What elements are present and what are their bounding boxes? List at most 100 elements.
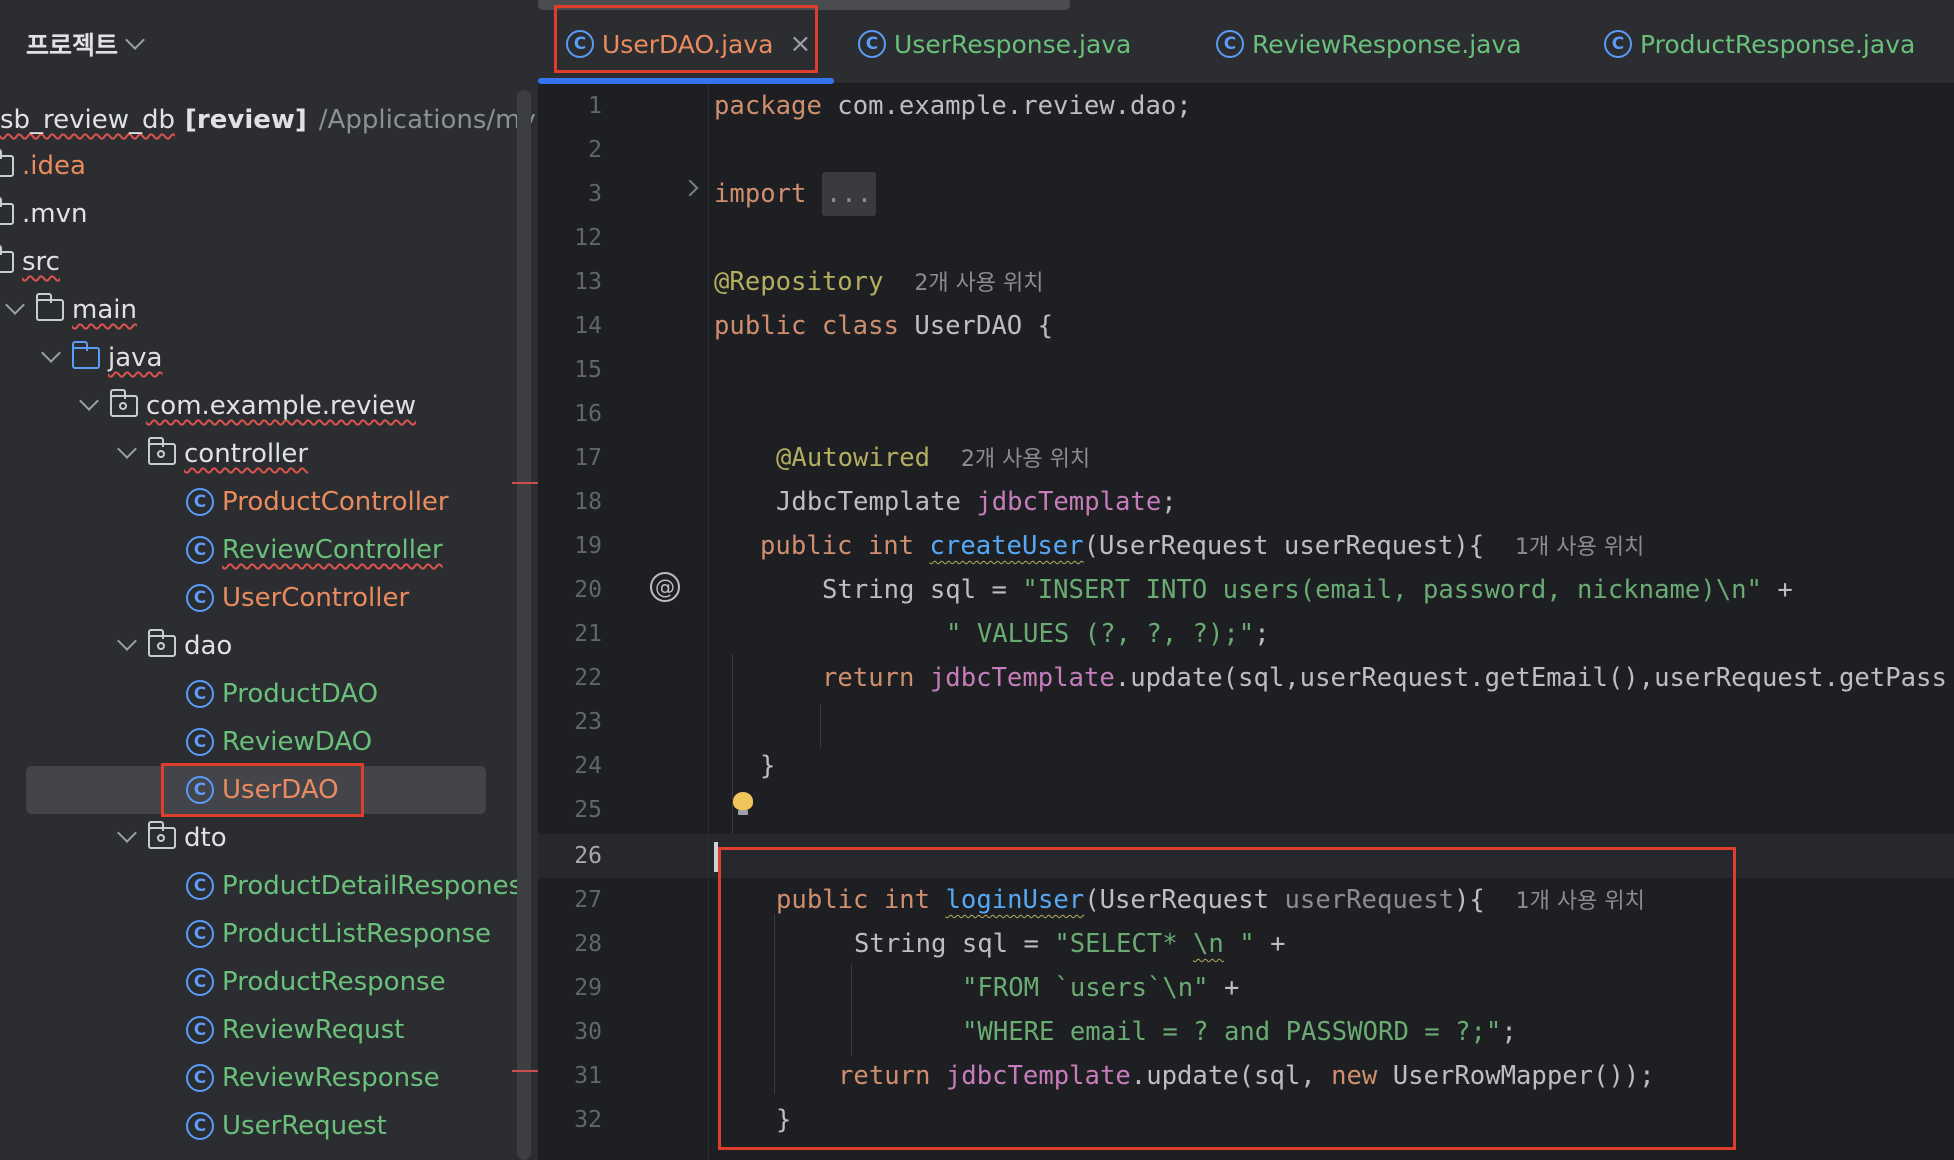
line-number: 29 [574,975,602,1001]
class-icon: C [186,872,214,900]
tree-item-controller[interactable]: controller [112,430,308,478]
class-icon: C [186,536,214,564]
chevron-down-icon[interactable] [36,334,72,382]
code-line: return jdbcTemplate.update(sql, new User… [838,1061,1655,1091]
chevron-down-icon [125,30,145,50]
text-caret [714,842,718,872]
folded-imports[interactable]: ... [821,172,877,216]
tree-item-label: UserController [222,583,410,613]
tree-item-label: .mvn [22,199,88,229]
fold-chevron-icon[interactable] [681,179,699,197]
chevron-down-icon[interactable] [112,814,148,862]
class-icon: C [186,680,214,708]
tree-item-label: ProductDAO [222,679,379,709]
tree-item-dao[interactable]: dao [112,622,232,670]
class-icon: C [186,584,214,612]
project-view-selector[interactable]: 프로젝트 [26,22,145,66]
line-number: 2 [588,137,602,163]
folder-icon [0,197,14,225]
project-sidebar: 프로젝트 sb_review_db [review] /Applications… [0,0,538,1160]
sidebar-scrollbar[interactable] [517,90,531,1160]
tab-label: UserResponse.java [894,29,1132,59]
error-stripe-marker [512,482,538,484]
tab-productresponse[interactable]: C ProductResponse.java [1604,20,1915,68]
line-number: 23 [574,709,602,735]
line-number: 12 [574,225,602,251]
tree-item-label: com.example.review [146,391,416,421]
usage-hint[interactable]: 1개 사용 위치 [1516,889,1645,914]
code-line: import ... [714,172,877,216]
close-icon[interactable]: × [789,29,811,59]
tree-item-class[interactable]: C UserRequest [186,1102,387,1150]
class-icon: C [1216,30,1244,58]
tree-item-label: ReviewController [222,535,443,565]
class-icon: C [186,488,214,516]
tree-item-class[interactable]: C ProductDAO [186,670,378,718]
tree-item-class[interactable]: C ReviewResponse [186,1054,440,1102]
chevron-down-icon[interactable] [112,430,148,478]
tree-item-class-selected[interactable]: C UserDAO [186,766,339,814]
tab-reviewresponse[interactable]: C ReviewResponse.java [1216,20,1522,68]
line-number: 22 [574,665,602,691]
tree-item-class[interactable]: C ReviewController [186,526,443,574]
code-line: public class UserDAO { [714,311,1053,341]
package-icon [147,821,176,849]
implementation-at-icon[interactable]: @ [650,572,680,602]
tree-item-label: ReviewDAO [222,727,373,757]
tab-userdao[interactable]: C UserDAO.java × [566,20,811,68]
lightbulb-icon[interactable] [732,792,754,816]
tree-item-dto[interactable]: dto [112,814,227,862]
tree-item-label: UserRequest [222,1111,387,1141]
usage-hint[interactable]: 1개 사용 위치 [1515,535,1644,560]
tree-item-main[interactable]: main [0,286,137,334]
tree-item-label: ProductDetailRespones [222,871,523,901]
current-line-highlight [538,834,1954,878]
tree-item-package-root[interactable]: com.example.review [74,382,416,430]
tree-item-src[interactable]: src [0,238,60,286]
code-line: @Autowired 2개 사용 위치 [776,443,1091,473]
tree-item-class[interactable]: C ReviewRequst [186,1006,404,1054]
editor-tab-bar: C UserDAO.java × C UserResponse.java C R… [538,0,1954,84]
tab-scrollbar[interactable] [538,0,1070,10]
tree-item-class[interactable]: C UserController [186,574,409,622]
gutter-separator [708,84,709,1160]
usage-hint[interactable]: 2개 사용 위치 [961,447,1090,472]
tree-item-java[interactable]: java [36,334,162,382]
chevron-down-icon[interactable] [112,622,148,670]
line-number: 21 [574,621,602,647]
line-number: 24 [574,753,602,779]
tree-item-label: main [72,295,137,325]
code-line: "WHERE email = ? and PASSWORD = ?;"; [962,1017,1517,1047]
line-number: 25 [574,797,602,823]
package-icon [147,629,176,657]
line-number: 20 [574,577,602,603]
usage-hint[interactable]: 2개 사용 위치 [914,271,1043,296]
tree-item-mvn[interactable]: .mvn [0,190,87,238]
class-icon: C [566,30,594,58]
tree-item-label: ProductListResponse [222,919,492,949]
tree-item-class[interactable]: C ReviewDAO [186,718,372,766]
tree-root[interactable]: sb_review_db [review] /Applications/mybe [0,96,538,144]
tree-item-class[interactable]: C ProductResponse [186,958,446,1006]
tree-item-class[interactable]: C ProductController [186,478,449,526]
chevron-down-icon[interactable] [0,286,36,334]
code-editor[interactable]: 1 2 3 12 13 14 15 16 17 18 19 20 21 22 2… [538,84,1954,1160]
error-stripe-marker [512,1070,538,1072]
tree-item-idea[interactable]: .idea [0,142,86,190]
folder-icon [0,245,14,273]
source-folder-icon [71,341,100,369]
class-icon: C [858,30,886,58]
code-line: return jdbcTemplate.update(sql,userReque… [822,663,1947,693]
tree-item-class[interactable]: C ProductListResponse [186,910,491,958]
project-title: 프로젝트 [26,31,119,60]
code-line: package com.example.review.dao; [714,91,1192,121]
chevron-down-icon[interactable] [74,382,110,430]
tree-item-label: controller [184,439,309,469]
tree-item-label: java [108,343,163,373]
tab-userresponse[interactable]: C UserResponse.java [858,20,1131,68]
class-icon: C [186,1016,214,1044]
tree-item-label: .idea [22,151,86,181]
code-line: @Repository 2개 사용 위치 [714,267,1044,297]
code-line: " VALUES (?, ?, ?);"; [946,619,1270,649]
tree-item-class[interactable]: C ProductDetailRespones [186,862,522,910]
